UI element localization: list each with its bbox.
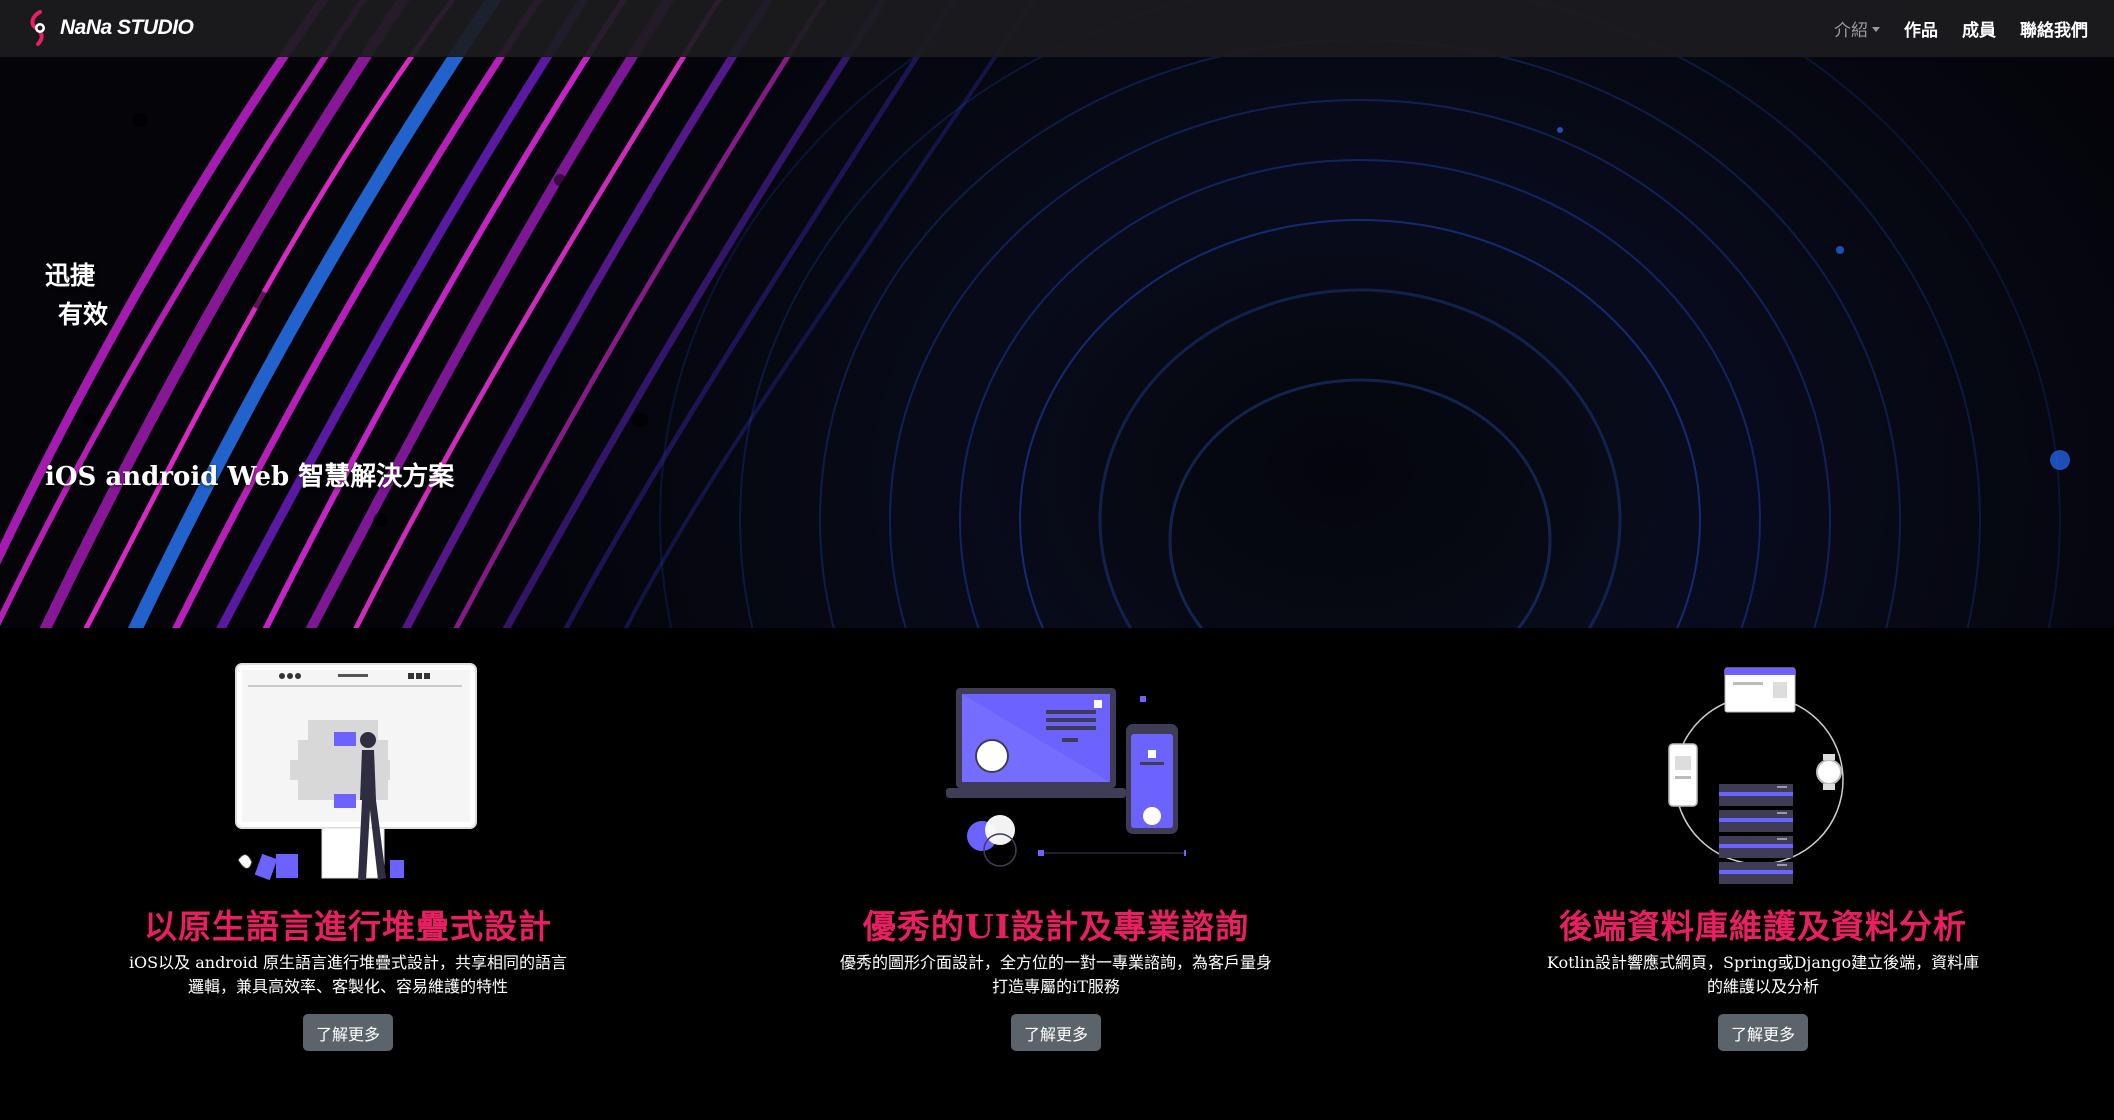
hero-heading-line2: 有效 <box>58 300 109 329</box>
feature-description: iOS以及 android 原生語言進行堆疊式設計，共享相同的語言邏輯，兼具高效… <box>128 953 568 996</box>
chevron-down-icon <box>1872 26 1880 32</box>
learn-more-button[interactable]: 了解更多 <box>303 1014 393 1051</box>
hero-tagline: iOS android Web 智慧解決方案 <box>45 462 455 492</box>
hero-heading-line1: 迅捷 <box>45 261 96 290</box>
features-section: 以原生語言進行堆疊式設計 iOS以及 android 原生語言進行堆疊式設計，共… <box>0 628 2114 1120</box>
brand-link[interactable]: NaNa STUDIO <box>26 10 194 46</box>
nav-item-works[interactable]: 作品 <box>1904 16 1938 41</box>
learn-more-button[interactable]: 了解更多 <box>1011 1014 1101 1051</box>
brand-logo-icon <box>30 10 45 46</box>
nav-item-members[interactable]: 成員 <box>1962 16 1996 41</box>
stacked-design-illustration <box>68 660 628 890</box>
feature-title: 以原生語言進行堆疊式設計 <box>144 907 552 946</box>
feature-title: 後端資料庫維護及資料分析 <box>1559 907 1967 946</box>
nav-item-intro-dropdown[interactable]: 介紹 <box>1834 16 1880 41</box>
nav-item-contact[interactable]: 聯絡我們 <box>2020 16 2088 41</box>
navbar: NaNa STUDIO 介紹 作品 成員 聯絡我們 <box>0 0 2114 57</box>
feature-title: 優秀的UI設計及專業諮詢 <box>862 907 1250 946</box>
hero-banner: 迅捷 有效 iOS android Web 智慧解決方案 <box>0 0 2114 628</box>
feature-description: Kotlin設計響應式網頁，Spring或Django建立後端，資料庫的維護以及… <box>1546 953 1980 996</box>
nav-menu: 介紹 作品 成員 聯絡我們 <box>1834 16 2088 41</box>
feature-description: 優秀的圖形介面設計，全方位的一對一專業諮詢，為客戶量身打造專屬的iT服務 <box>839 953 1272 996</box>
brand-name: NaNa STUDIO <box>60 16 194 39</box>
learn-more-button[interactable]: 了解更多 <box>1718 1014 1808 1051</box>
hero-background-image <box>0 0 2070 628</box>
backend-database-illustration <box>1483 660 2043 890</box>
nav-item-label: 介紹 <box>1834 20 1868 41</box>
ui-design-illustration <box>776 660 1336 890</box>
